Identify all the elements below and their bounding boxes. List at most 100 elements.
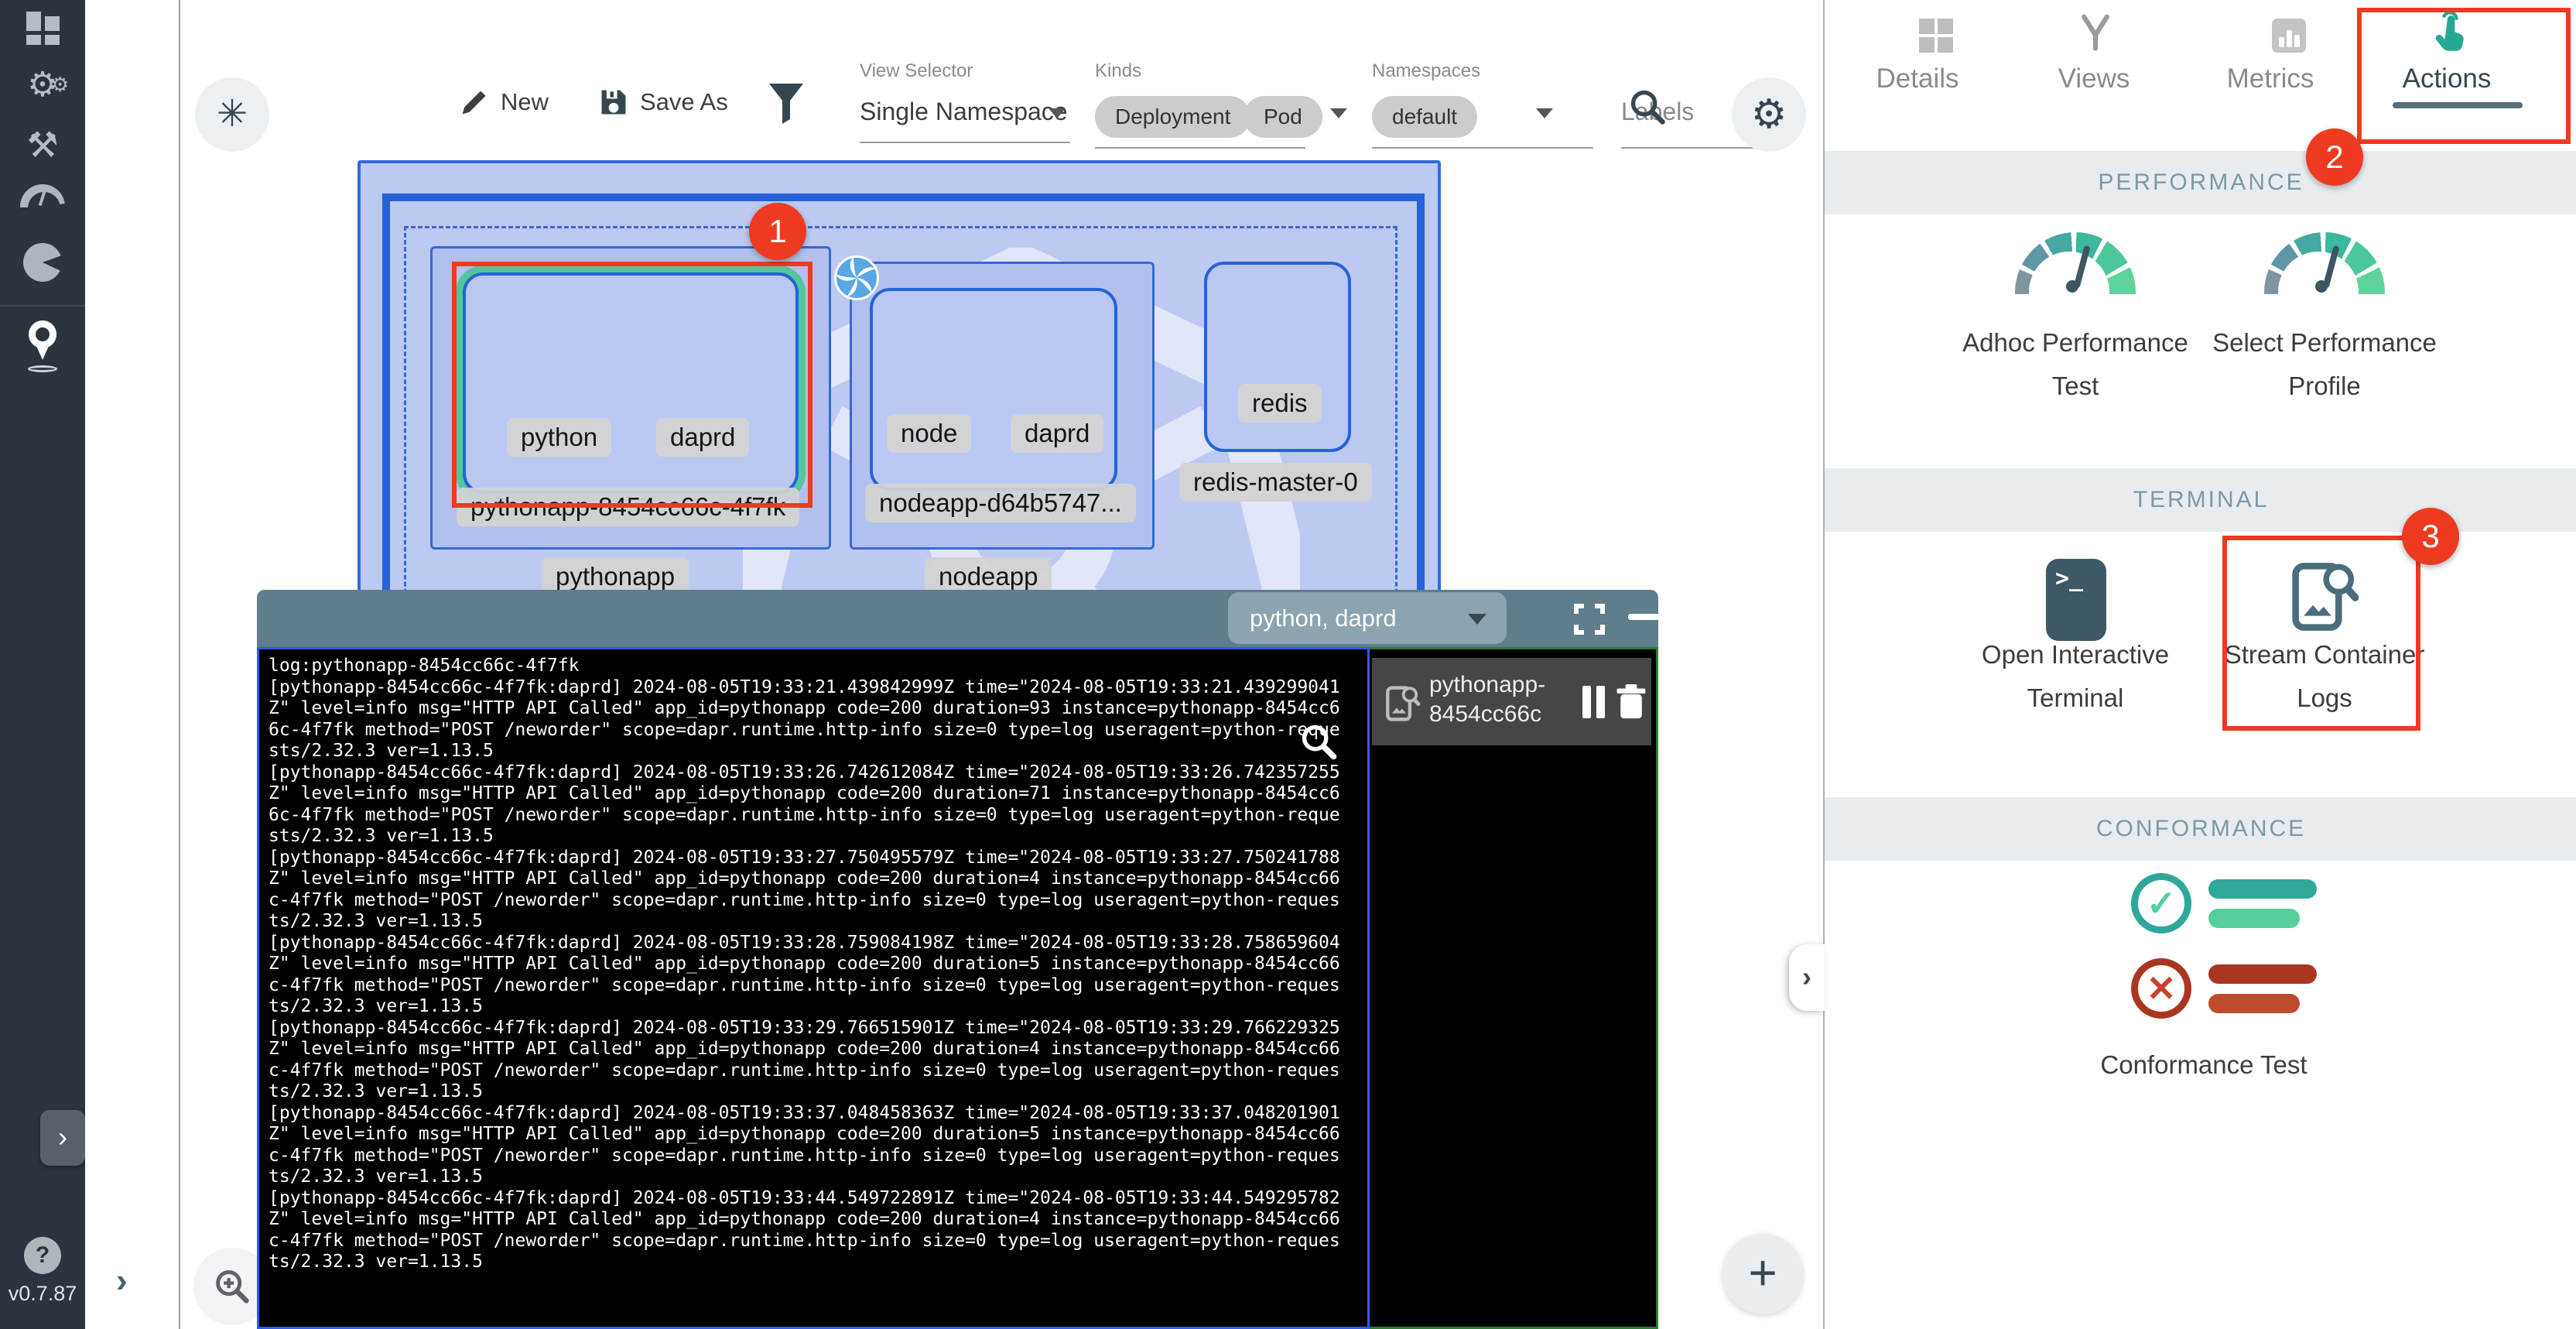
tab-views[interactable]: Views (2006, 0, 2182, 151)
sidebar-expand-handle[interactable]: › (40, 1110, 85, 1166)
tab-metrics-label: Metrics (2182, 63, 2359, 94)
new-button-label: New (501, 88, 549, 116)
namespaces-underline (1372, 147, 1593, 149)
configuration-tools-icon[interactable]: ⚒ (0, 124, 85, 166)
labels-underline (1621, 147, 1759, 149)
terminal-tab-pythonapp[interactable]: pythonapp- 8454cc66c (1372, 658, 1651, 745)
app-version: v0.7.87 (0, 1282, 85, 1306)
log-line: Z" level=info msg="HTTP API Called" app_… (269, 1124, 1367, 1146)
container-select-dropdown[interactable]: python, daprd (1228, 592, 1507, 644)
fullscreen-icon[interactable] (1572, 602, 1606, 636)
log-line: [pythonapp-8454cc66c-4f7fk:daprd] 2024-0… (269, 762, 1367, 784)
filter-icon[interactable] (767, 82, 806, 125)
namespaces-caret-icon[interactable] (1536, 108, 1553, 118)
annotation-box-stream-logs (2222, 536, 2420, 731)
log-line: [pythonapp-8454cc66c-4f7fk:daprd] 2024-0… (269, 1188, 1367, 1210)
log-terminal-window: python, daprd log:pythonapp-8454cc66c-4f… (257, 590, 1658, 1329)
conformance-fail-row: ✕ (2131, 958, 2317, 1019)
tab-details-label: Details (1829, 63, 2006, 94)
secondary-expand-chevron-icon[interactable]: › (116, 1262, 128, 1300)
view-selector-value[interactable]: Single Namespace (860, 98, 1068, 126)
delete-tab-icon[interactable] (1613, 683, 1649, 721)
sidebar-divider (0, 305, 85, 307)
log-line: [pythonapp-8454cc66c-4f7fk:daprd] 2024-0… (269, 1018, 1367, 1040)
minimize-icon[interactable] (1628, 614, 1659, 620)
kinds-caret-icon[interactable] (1330, 108, 1347, 118)
kanvas-operator-app: ⚙ ⚙ ⚒ › ? v0.7.87 WA › (0, 0, 2576, 1329)
log-line: 6c-4f7fk method="POST /neworder" scope=d… (269, 805, 1367, 827)
help-button[interactable]: ? (24, 1237, 61, 1274)
namespace-chip-default[interactable]: default (1372, 96, 1477, 138)
dashboard-icon[interactable] (26, 12, 60, 46)
conformance-pass-row: ✓ (2131, 873, 2317, 933)
log-line: c-4f7fk method="POST /neworder" scope=da… (269, 1060, 1367, 1082)
log-line: [pythonapp-8454cc66c-4f7fk:daprd] 2024-0… (269, 933, 1367, 954)
kind-chip-pod[interactable]: Pod (1244, 96, 1322, 138)
kanvas-pin-icon[interactable] (29, 320, 56, 348)
view-selector-label: View Selector (860, 60, 973, 82)
kind-chip-deployment[interactable]: Deployment (1095, 96, 1250, 138)
view-selector-caret-icon[interactable] (1049, 108, 1066, 118)
fail-bars-icon (2208, 964, 2317, 1013)
container-label: redis (1238, 384, 1322, 423)
pod-redis[interactable] (1204, 262, 1351, 452)
stream-logs-tab-icon (1383, 683, 1421, 724)
pod-nodeapp[interactable] (870, 288, 1117, 491)
save-as-button[interactable]: Save As (598, 87, 728, 118)
log-line: 6c-4f7fk method="POST /neworder" scope=d… (269, 720, 1367, 742)
annotation-box-pod (452, 262, 812, 508)
x-circle-icon: ✕ (2131, 958, 2191, 1019)
save-as-button-label: Save As (640, 88, 728, 116)
log-line: ts/2.32.3 ver=1.13.5 (269, 1081, 1367, 1103)
annotation-step-2: 2 (2306, 128, 2363, 186)
pod-label: nodeapp-d64b5747... (865, 484, 1136, 522)
performance-gauge-icon[interactable] (20, 184, 65, 207)
kinds-label: Kinds (1095, 60, 1141, 82)
conformance-test-action[interactable]: Conformance Test (2041, 1043, 2366, 1087)
canvas-toolbar: ✳ New Save As View Selector Single Names… (180, 0, 1823, 164)
container-select-value: python, daprd (1250, 605, 1397, 632)
primary-sidebar: ⚙ ⚙ ⚒ › ? v0.7.87 (0, 0, 85, 1329)
mesh-icon[interactable] (23, 243, 62, 282)
log-line: c-4f7fk method="POST /neworder" scope=da… (269, 1146, 1367, 1167)
details-icon (1919, 19, 1955, 54)
secondary-sidebar (85, 0, 180, 1329)
pass-bars-icon (2208, 879, 2317, 928)
log-line: c-4f7fk method="POST /neworder" scope=da… (269, 890, 1367, 912)
log-output[interactable]: log:pythonapp-8454cc66c-4f7fk[pythonapp-… (257, 647, 1370, 1329)
log-line: ts/2.32.3 ver=1.13.5 (269, 996, 1367, 1018)
namespaces-label: Namespaces (1372, 60, 1480, 82)
lifecycle-gears-icon[interactable]: ⚙ (0, 68, 85, 102)
open-terminal-icon[interactable]: >_ (2046, 559, 2106, 641)
log-line: c-4f7fk method="POST /neworder" scope=da… (269, 1231, 1367, 1252)
pause-stream-icon[interactable] (1582, 686, 1607, 718)
settings-gear-button[interactable]: ⚙ (1732, 77, 1806, 152)
log-line: Z" level=info msg="HTTP API Called" app_… (269, 868, 1367, 890)
log-line: ts/2.32.3 ver=1.13.5 (269, 911, 1367, 933)
search-icon[interactable] (1627, 87, 1668, 127)
log-line: sts/2.32.3 ver=1.13.5 (269, 741, 1367, 762)
dropdown-caret-icon (1468, 614, 1486, 625)
terminal-body: log:pythonapp-8454cc66c-4f7fk[pythonapp-… (257, 647, 1658, 1329)
container-label: node (887, 414, 971, 453)
select-performance-profile-action[interactable]: Select PerformanceProfile (2162, 321, 2487, 408)
log-line: sts/2.32.3 ver=1.13.5 (269, 826, 1367, 848)
add-node-button[interactable]: + (1722, 1234, 1803, 1314)
tab-details[interactable]: Details (1829, 0, 2006, 151)
section-performance: PERFORMANCE (1825, 151, 2576, 214)
log-line: [pythonapp-8454cc66c-4f7fk:daprd] 2024-0… (269, 677, 1367, 699)
kanvas-pin-base-icon (28, 365, 57, 372)
panel-collapse-chevron[interactable]: › (1789, 944, 1825, 1011)
tab-label-line1: pythonapp- (1429, 672, 1545, 697)
dapr-badge-icon[interactable] (834, 255, 879, 300)
annotation-box-actions-tab (2357, 8, 2571, 144)
pod-label: redis-master-0 (1179, 463, 1372, 502)
lifecycle-gear-small-icon: ⚙ (51, 74, 69, 94)
new-button[interactable]: New (459, 87, 549, 118)
terminal-header[interactable]: python, daprd (257, 590, 1658, 647)
adhoc-performance-gauge-icon[interactable] (2015, 232, 2136, 294)
annotation-step-1: 1 (749, 203, 806, 260)
tab-label-line2: 8454cc66c (1429, 701, 1541, 727)
meshery-fab-button[interactable]: ✳ (195, 77, 269, 152)
select-profile-gauge-icon[interactable] (2264, 232, 2385, 294)
